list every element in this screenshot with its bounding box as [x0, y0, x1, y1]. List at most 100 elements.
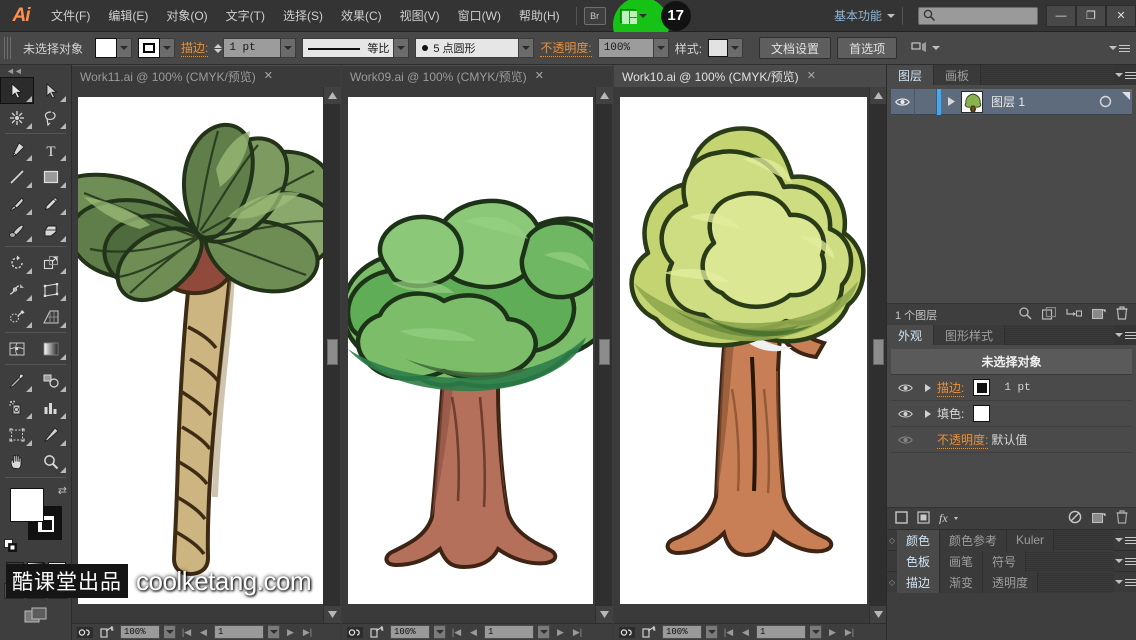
opacity-label[interactable]: 不透明度:: [540, 39, 592, 57]
tab-kuler[interactable]: Kuler: [1007, 529, 1055, 551]
create-layer-icon[interactable]: [1091, 307, 1106, 323]
tab-color[interactable]: 颜色: [897, 529, 941, 551]
prev-page-icon[interactable]: ◀: [739, 625, 752, 639]
line-segment-tool[interactable]: [0, 163, 34, 190]
zoom-tool[interactable]: [34, 448, 68, 475]
menu-window[interactable]: 窗口(W): [449, 0, 510, 32]
make-clipping-mask-icon[interactable]: [1041, 306, 1057, 323]
prev-page-icon[interactable]: ◀: [467, 625, 480, 639]
page-dropdown-icon[interactable]: [810, 625, 822, 639]
lasso-tool[interactable]: [34, 104, 68, 131]
menu-help[interactable]: 帮助(H): [510, 0, 569, 32]
zoom-field-work10[interactable]: 100%: [662, 625, 702, 639]
vertical-scrollbar-work11[interactable]: [323, 87, 341, 623]
stroke-profile-control[interactable]: 等比: [302, 38, 410, 58]
style-swatch[interactable]: [708, 39, 729, 57]
align-control[interactable]: [911, 41, 941, 55]
delete-layer-icon[interactable]: [1116, 306, 1128, 323]
opacity-dropdown-icon[interactable]: [653, 38, 669, 58]
brush-definition-control[interactable]: 5 点圆形: [415, 38, 535, 58]
bridge-icon[interactable]: Br: [583, 6, 606, 25]
canvas-work10[interactable]: [614, 87, 869, 623]
menu-select[interactable]: 选择(S): [274, 0, 332, 32]
menu-view[interactable]: 视图(V): [391, 0, 449, 32]
fill-dropdown-icon[interactable]: [117, 38, 133, 58]
shape-builder-tool[interactable]: [0, 303, 34, 330]
expand-icon[interactable]: [919, 383, 937, 392]
opacity-field[interactable]: 100%: [597, 38, 654, 58]
selection-tool[interactable]: [0, 77, 34, 104]
appearance-row-opacity[interactable]: 不透明度: 默认值: [891, 427, 1132, 453]
control-panel-menu[interactable]: [1109, 44, 1130, 52]
opacity-attribute-value[interactable]: 默认值: [991, 431, 1027, 448]
swatches-panel-menu[interactable]: [1114, 551, 1136, 572]
control-bar-grip[interactable]: [4, 37, 11, 59]
menu-object[interactable]: 对象(O): [157, 0, 216, 32]
first-page-icon[interactable]: |◀: [722, 625, 735, 639]
scroll-up-icon[interactable]: [324, 87, 341, 104]
first-page-icon[interactable]: |◀: [180, 625, 193, 639]
fill-attribute-label[interactable]: 填色:: [937, 405, 964, 422]
stroke-profile-field[interactable]: 等比: [302, 38, 395, 58]
none-button[interactable]: [47, 562, 66, 578]
fill-attribute-swatch[interactable]: [973, 405, 991, 422]
workspace-chevron-icon[interactable]: [887, 13, 895, 18]
first-page-icon[interactable]: |◀: [450, 625, 463, 639]
pen-tool[interactable]: [0, 136, 34, 163]
tab-brushes[interactable]: 画笔: [940, 550, 984, 572]
fill-color-box[interactable]: [10, 488, 44, 522]
scrollbar-thumb[interactable]: [873, 339, 884, 365]
tab-graphic-styles[interactable]: 图形样式: [934, 325, 1006, 345]
add-new-fill-icon[interactable]: [917, 510, 930, 527]
align-chevron-icon[interactable]: [932, 46, 941, 50]
swap-fill-stroke-icon[interactable]: ⇄: [58, 484, 67, 497]
prev-page-icon[interactable]: ◀: [197, 625, 210, 639]
next-page-icon[interactable]: ▶: [554, 625, 567, 639]
arrange-documents-button[interactable]: [619, 8, 647, 24]
layer-expand-icon[interactable]: [941, 89, 961, 115]
close-icon[interactable]: ✕: [807, 71, 816, 82]
appearance-row-stroke[interactable]: 描边: 1 pt: [891, 375, 1132, 401]
stroke-weight-field[interactable]: 1 pt: [223, 38, 282, 58]
artboard-work10[interactable]: [620, 97, 867, 604]
next-page-icon[interactable]: ▶: [284, 625, 297, 639]
duplicate-item-icon[interactable]: [1091, 511, 1106, 527]
stroke-weight-control[interactable]: 1 pt: [214, 38, 297, 58]
fill-color-control[interactable]: [95, 38, 133, 58]
layer-target-icon[interactable]: [1092, 89, 1118, 115]
last-page-icon[interactable]: ▶|: [843, 625, 856, 639]
next-page-icon[interactable]: ▶: [826, 625, 839, 639]
scroll-down-icon[interactable]: [596, 606, 613, 623]
vertical-scrollbar-work10[interactable]: [869, 87, 887, 623]
preset-icon[interactable]: [76, 625, 94, 639]
blend-tool[interactable]: [34, 367, 68, 394]
zoom-field-work09[interactable]: 100%: [390, 625, 430, 639]
page-field-work10[interactable]: 1: [756, 625, 806, 639]
stroke-attribute-swatch[interactable]: [973, 379, 991, 396]
layer-row[interactable]: 图层 1: [891, 88, 1132, 115]
color-button[interactable]: [5, 562, 24, 578]
paintbrush-tool[interactable]: [0, 190, 34, 217]
share-icon[interactable]: [640, 625, 658, 639]
last-page-icon[interactable]: ▶|: [571, 625, 584, 639]
scrollbar-thumb[interactable]: [327, 339, 338, 365]
layer-name[interactable]: 图层 1: [983, 93, 1092, 110]
stroke-weight-label[interactable]: 描边:: [181, 39, 209, 57]
stroke-swatch[interactable]: [138, 38, 161, 58]
mesh-tool[interactable]: [0, 335, 34, 362]
menu-edit[interactable]: 编辑(E): [99, 0, 157, 32]
tab-gradient[interactable]: 渐变: [940, 571, 984, 593]
tab-layers[interactable]: 图层: [887, 65, 935, 85]
draw-behind-button[interactable]: [25, 583, 46, 599]
last-page-icon[interactable]: ▶|: [301, 625, 314, 639]
stroke-attribute-value[interactable]: 1 pt: [1004, 382, 1030, 394]
scroll-up-icon[interactable]: [870, 87, 887, 104]
screen-mode-button[interactable]: [0, 607, 71, 625]
page-field-work09[interactable]: 1: [484, 625, 534, 639]
tab-symbols[interactable]: 符号: [983, 550, 1027, 572]
style-dropdown-icon[interactable]: [728, 38, 744, 58]
layer-lock-icon[interactable]: [915, 88, 937, 115]
menu-effect[interactable]: 效果(C): [332, 0, 391, 32]
canvas-work09[interactable]: [342, 87, 595, 623]
magic-wand-tool[interactable]: [0, 104, 34, 131]
